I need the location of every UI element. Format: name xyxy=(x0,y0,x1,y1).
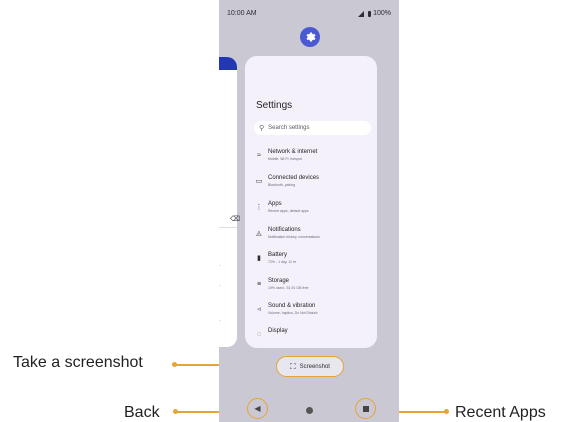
setting-item-connected[interactable]: ▭ Connected devices Bluetooth, pairing xyxy=(254,174,372,198)
battery-icon: ▮ xyxy=(257,255,261,262)
phone-screen: 10:00 AM 100% ⌫ · · · Settings ⚲ Search … xyxy=(219,0,399,422)
search-icon: ⚲ xyxy=(259,125,265,132)
back-button[interactable]: ◀ xyxy=(247,398,268,419)
settings-app-card[interactable]: Settings ⚲ Search settings ≈ Network & i… xyxy=(245,56,377,348)
battery-icon xyxy=(368,10,372,17)
battery-percent: 100% xyxy=(373,10,391,17)
setting-title: Connected devices xyxy=(268,175,320,181)
callout-dot-back xyxy=(173,409,178,414)
setting-subtitle: Mobile, Wi-Fi, hotspot xyxy=(268,157,302,161)
previous-app-divider xyxy=(219,227,237,228)
display-icon: ◌ xyxy=(256,331,262,338)
gear-icon xyxy=(306,32,316,42)
recent-apps-button[interactable] xyxy=(355,398,376,419)
setting-item-notifications[interactable]: ◬ Notifications Notification history, co… xyxy=(254,226,372,250)
setting-subtitle: 19% used - 51.91 GB free xyxy=(268,286,309,290)
bell-icon: ◬ xyxy=(256,230,262,237)
setting-subtitle: Volume, haptics, Do Not Disturb xyxy=(268,311,318,315)
setting-title: Apps xyxy=(268,201,282,207)
screenshot-icon: ⛶ xyxy=(290,361,296,371)
previous-app-card[interactable] xyxy=(219,57,237,347)
setting-title: Battery xyxy=(268,252,288,258)
setting-title: Display xyxy=(268,328,288,334)
callout-take-screenshot: Take a screenshot xyxy=(13,354,143,371)
setting-subtitle: Recent apps, default apps xyxy=(268,209,309,213)
setting-title: Notifications xyxy=(268,227,301,233)
callout-back: Back xyxy=(124,404,160,421)
status-icons: 100% xyxy=(356,10,391,17)
sound-icon: ◃ xyxy=(257,306,261,313)
settings-app-icon[interactable] xyxy=(300,27,320,47)
callout-dot-screenshot xyxy=(172,362,177,367)
callout-recent-apps: Recent Apps xyxy=(455,404,546,421)
search-placeholder: Search settings xyxy=(268,125,310,131)
apps-icon: ⋮ xyxy=(255,204,263,211)
setting-title: Network & internet xyxy=(268,149,318,155)
backspace-icon: ⌫ xyxy=(230,216,240,223)
setting-subtitle: Bluetooth, pairing xyxy=(268,183,296,187)
setting-title: Storage xyxy=(268,278,290,284)
back-icon: ◀ xyxy=(254,404,261,413)
screenshot-label: Screenshot xyxy=(299,363,330,370)
callout-dot-recent xyxy=(444,409,449,414)
settings-title: Settings xyxy=(256,100,293,111)
previous-app-mark: · xyxy=(219,318,221,324)
search-input[interactable]: ⚲ Search settings xyxy=(254,121,371,135)
previous-app-mark: · xyxy=(219,263,221,269)
devices-icon: ▭ xyxy=(255,178,263,185)
wifi-icon: ≈ xyxy=(257,152,261,159)
previous-app-mark: · xyxy=(219,283,221,289)
setting-item-network[interactable]: ≈ Network & internet Mobile, Wi-Fi, hots… xyxy=(254,148,372,172)
setting-item-battery[interactable]: ▮ Battery 72% - 1 day, 11 hr xyxy=(254,251,372,275)
home-button[interactable] xyxy=(306,407,313,414)
previous-app-topbar xyxy=(219,57,237,70)
setting-title: Sound & vibration xyxy=(268,303,316,309)
setting-subtitle: 72% - 1 day, 11 hr xyxy=(268,260,297,264)
setting-item-sound[interactable]: ◃ Sound & vibration Volume, haptics, Do … xyxy=(254,302,372,326)
screenshot-button[interactable]: ⛶ Screenshot xyxy=(276,356,344,377)
status-time: 10:00 AM xyxy=(227,10,257,17)
status-bar: 10:00 AM 100% xyxy=(219,0,399,22)
signal-icon xyxy=(356,10,366,17)
setting-item-display[interactable]: ◌ Display xyxy=(254,327,372,348)
setting-subtitle: Notification history, conversations xyxy=(268,235,320,239)
storage-icon: ≡ xyxy=(256,281,262,288)
setting-item-storage[interactable]: ≡ Storage 19% used - 51.91 GB free xyxy=(254,277,372,301)
setting-item-apps[interactable]: ⋮ Apps Recent apps, default apps xyxy=(254,200,372,224)
recents-icon xyxy=(362,405,369,412)
